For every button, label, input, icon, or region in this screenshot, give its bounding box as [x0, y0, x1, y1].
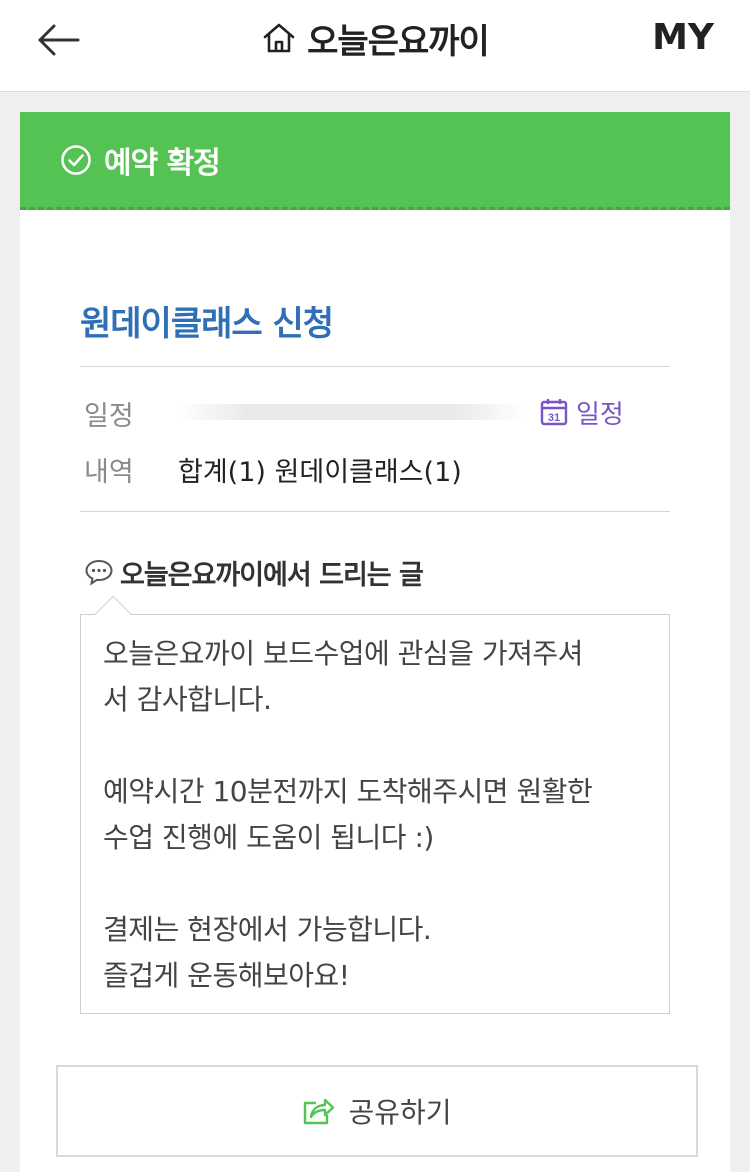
message-line: 즐겁게 운동해보아요! — [103, 959, 350, 992]
calendar-icon: 31 — [540, 399, 568, 426]
message-line-blank — [103, 861, 645, 907]
message-line: 서 감사합니다. — [103, 683, 272, 716]
speech-bubble-icon — [85, 559, 113, 586]
message-heading: 오늘은요까이에서 드리는 글 — [84, 554, 424, 591]
message-box: 오늘은요까이 보드수업에 관심을 가져주셔 서 감사합니다. 예약시간 10분전… — [80, 614, 670, 1014]
calendar-link[interactable]: 31 일정 — [540, 396, 624, 430]
home-icon — [263, 23, 295, 53]
divider — [80, 511, 670, 512]
message-line: 오늘은요까이 보드수업에 관심을 가져주셔 — [103, 637, 583, 670]
share-icon — [304, 1098, 335, 1125]
message-line: 결제는 현장에서 가능합니다. — [103, 913, 432, 946]
items-value: 합계(1) 원데이클래스(1) — [178, 457, 462, 488]
page-title: 오늘은요까이 — [307, 21, 490, 62]
section-title: 원데이클래스 신청 — [80, 304, 334, 344]
check-circle-icon — [61, 144, 91, 175]
items-label: 내역 — [84, 457, 134, 488]
status-banner: 예약 확정 — [20, 112, 730, 210]
schedule-value-redacted — [176, 404, 526, 420]
app-header: 오늘은요까이 MY — [0, 0, 750, 92]
my-page-button[interactable]: MY — [652, 14, 714, 62]
calendar-link-label: 일정 — [576, 399, 624, 430]
status-label: 예약 확정 — [104, 145, 221, 181]
share-button[interactable]: 공유하기 — [56, 1065, 698, 1157]
message-line-blank — [103, 723, 645, 769]
header-title-group[interactable]: 오늘은요까이 — [0, 14, 750, 62]
message-line: 예약시간 10분전까지 도착해주시면 원활한 — [103, 775, 593, 808]
message-line: 수업 진행에 도움이 됩니다 :) — [103, 821, 434, 854]
divider — [80, 366, 670, 367]
schedule-label: 일정 — [84, 401, 134, 432]
share-button-label: 공유하기 — [348, 1096, 452, 1129]
message-heading-text: 오늘은요까이에서 드리는 글 — [120, 559, 424, 591]
calendar-icon-date: 31 — [548, 412, 560, 424]
